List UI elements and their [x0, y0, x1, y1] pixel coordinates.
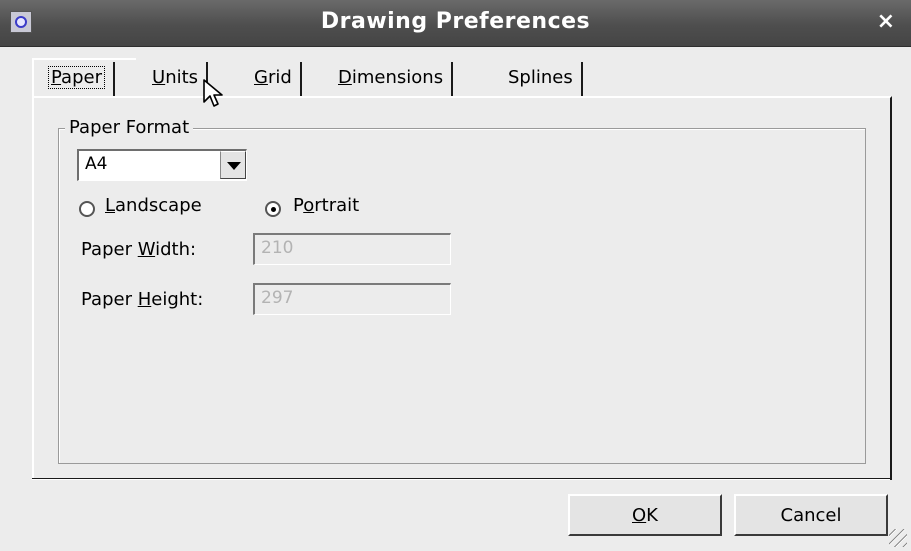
tab-grid-label: rid: [267, 67, 292, 88]
tab-splines-label: Splines: [508, 67, 573, 88]
tab-units-label: nits: [165, 67, 199, 88]
paper-width-label: Paper Width:: [81, 239, 197, 260]
mouse-pointer-icon: [203, 79, 223, 107]
title-bar[interactable]: Drawing Preferences ×: [0, 0, 911, 47]
tab-dimensions-label: imensions: [351, 67, 444, 88]
paper-format-group: Paper Format A4 Landscape Portrait Paper…: [58, 117, 866, 464]
paper-height-label: Paper Height:: [81, 289, 204, 310]
portrait-radio[interactable]: [265, 201, 281, 217]
tab-dimensions[interactable]: Dimensions: [330, 62, 454, 96]
tab-dimensions-mnemonic: D: [338, 67, 352, 88]
chevron-down-icon[interactable]: [220, 151, 246, 179]
landscape-label[interactable]: Landscape: [105, 195, 202, 216]
divider: [32, 478, 890, 480]
paper-format-select[interactable]: A4: [77, 149, 247, 181]
tab-splines[interactable]: Splines: [500, 62, 583, 96]
paper-width-field[interactable]: 210: [253, 233, 451, 265]
tab-paper-label: Paper: [48, 66, 105, 89]
tab-grid[interactable]: Grid: [246, 62, 302, 96]
tab-paper[interactable]: Paper: [40, 62, 115, 96]
landscape-radio[interactable]: [79, 201, 95, 217]
paper-height-field[interactable]: 297: [253, 283, 451, 315]
window-title: Drawing Preferences: [320, 9, 591, 34]
group-title: Paper Format: [65, 117, 194, 138]
tab-units[interactable]: Units: [144, 62, 209, 96]
ok-button[interactable]: OK: [568, 494, 722, 536]
paper-tab-pane: Paper Format A4 Landscape Portrait Paper…: [32, 96, 892, 480]
cancel-button[interactable]: Cancel: [734, 494, 888, 536]
tab-units-mnemonic: U: [152, 67, 166, 88]
paper-format-value: A4: [85, 154, 108, 174]
close-icon[interactable]: ×: [877, 9, 895, 34]
resize-grip-icon[interactable]: [889, 529, 907, 547]
portrait-label[interactable]: Portrait: [293, 195, 359, 216]
tab-grid-mnemonic: G: [254, 67, 268, 88]
